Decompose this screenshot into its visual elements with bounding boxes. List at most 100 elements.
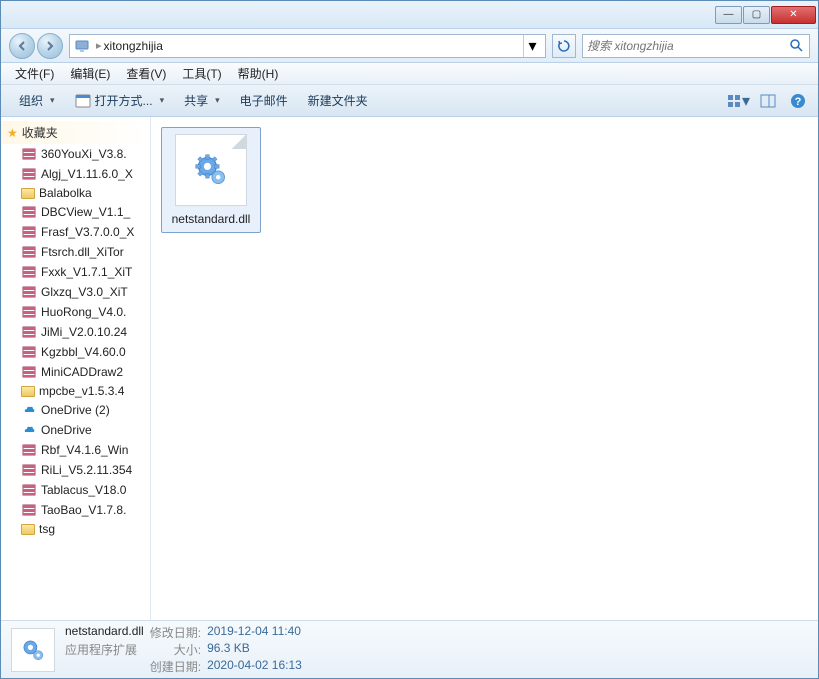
archive-icon <box>21 482 37 498</box>
sidebar-item-label: Glxzq_V3.0_XiT <box>41 285 128 299</box>
details-size-value: 96.3 KB <box>207 641 302 658</box>
file-name-label: netstandard.dll <box>168 212 254 226</box>
archive-icon <box>21 224 37 240</box>
email-button[interactable]: 电子邮件 <box>230 88 298 113</box>
sidebar-item-label: Kgzbbl_V4.60.0 <box>41 345 126 359</box>
sidebar-item[interactable]: Frasf_V3.7.0.0_X <box>1 222 150 242</box>
archive-icon <box>21 344 37 360</box>
menu-file[interactable]: 文件(F) <box>7 63 62 84</box>
sidebar-item[interactable]: Ftsrch.dll_XiTor <box>1 242 150 262</box>
breadcrumb-sep-icon: ▸ <box>96 39 102 52</box>
archive-icon <box>21 462 37 478</box>
details-size-label: 大小: <box>150 641 201 658</box>
sidebar-item-label: OneDrive (2) <box>41 403 110 417</box>
details-mod-label: 修改日期: <box>150 624 201 641</box>
sidebar-item[interactable]: mpcbe_v1.5.3.4 <box>1 382 150 400</box>
archive-icon <box>21 166 37 182</box>
forward-button[interactable] <box>37 33 63 59</box>
maximize-icon: ▢ <box>752 9 761 20</box>
sidebar-item[interactable]: Kgzbbl_V4.60.0 <box>1 342 150 362</box>
refresh-button[interactable] <box>552 34 576 58</box>
view-icon <box>726 93 742 109</box>
breadcrumb-folder[interactable]: xitongzhijia <box>104 39 523 53</box>
preview-pane-button[interactable] <box>756 90 780 112</box>
archive-icon <box>21 264 37 280</box>
menu-tools[interactable]: 工具(T) <box>174 63 229 84</box>
sidebar-item[interactable]: tsg <box>1 520 150 538</box>
sidebar-item[interactable]: Fxxk_V1.7.1_XiT <box>1 262 150 282</box>
back-button[interactable] <box>9 33 35 59</box>
share-button[interactable]: 共享 <box>174 88 230 113</box>
gear-icon <box>20 637 46 663</box>
sidebar-item-label: Rbf_V4.1.6_Win <box>41 443 128 457</box>
menu-view[interactable]: 查看(V) <box>118 63 174 84</box>
sidebar-item[interactable]: MiniCADDraw2 <box>1 362 150 382</box>
sidebar-item-label: Frasf_V3.7.0.0_X <box>41 225 134 239</box>
sidebar-item[interactable]: Balabolka <box>1 184 150 202</box>
toolbar-right: ▾ ? <box>726 90 810 112</box>
body-area: ★ 收藏夹 360YouXi_V3.8.Algj_V1.11.6.0_XBala… <box>1 117 818 620</box>
search-icon <box>789 38 805 54</box>
view-options-button[interactable]: ▾ <box>726 90 750 112</box>
details-mod-value: 2019-12-04 11:40 <box>207 624 302 641</box>
search-input[interactable] <box>587 39 789 53</box>
maximize-button[interactable]: ▢ <box>743 6 770 24</box>
navbar: ▸ xitongzhijia ▾ <box>1 29 818 63</box>
sidebar-item[interactable]: TaoBao_V1.7.8. <box>1 500 150 520</box>
open-with-label: 打开方式... <box>95 92 153 109</box>
archive-icon <box>21 304 37 320</box>
sidebar[interactable]: ★ 收藏夹 360YouXi_V3.8.Algj_V1.11.6.0_XBala… <box>1 117 151 620</box>
details-type: 应用程序扩展 <box>65 641 144 658</box>
sidebar-item[interactable]: DBCView_V1.1_ <box>1 202 150 222</box>
sidebar-item[interactable]: 360YouXi_V3.8. <box>1 144 150 164</box>
sidebar-item-label: MiniCADDraw2 <box>41 365 123 379</box>
open-with-button[interactable]: 打开方式... <box>65 88 175 113</box>
archive-icon <box>21 442 37 458</box>
organize-button[interactable]: 组织 <box>9 88 65 113</box>
minimize-icon: — <box>724 9 734 20</box>
menu-edit[interactable]: 编辑(E) <box>62 63 118 84</box>
star-icon: ★ <box>7 126 18 140</box>
sidebar-item-label: Fxxk_V1.7.1_XiT <box>41 265 132 279</box>
archive-icon <box>21 146 37 162</box>
content-area[interactable]: netstandard.dll <box>151 117 818 620</box>
sidebar-item-label: JiMi_V2.0.10.24 <box>41 325 127 339</box>
preview-icon <box>760 93 776 109</box>
arrow-right-icon <box>44 40 56 52</box>
archive-icon <box>21 364 37 380</box>
close-button[interactable]: ✕ <box>771 6 816 24</box>
sidebar-item-label: tsg <box>39 522 55 536</box>
sidebar-item[interactable]: HuoRong_V4.0. <box>1 302 150 322</box>
minimize-button[interactable]: — <box>715 6 742 24</box>
file-item-netstandard[interactable]: netstandard.dll <box>161 127 261 233</box>
search-bar[interactable] <box>582 34 810 58</box>
address-bar[interactable]: ▸ xitongzhijia ▾ <box>69 34 546 58</box>
archive-icon <box>21 244 37 260</box>
sidebar-item[interactable]: OneDrive (2) <box>1 400 150 420</box>
sidebar-item-label: HuoRong_V4.0. <box>41 305 126 319</box>
help-button[interactable]: ? <box>786 90 810 112</box>
sidebar-item[interactable]: OneDrive <box>1 420 150 440</box>
menu-help[interactable]: 帮助(H) <box>230 63 287 84</box>
folder-icon <box>21 188 35 199</box>
sidebar-item[interactable]: RiLi_V5.2.11.354 <box>1 460 150 480</box>
new-folder-button[interactable]: 新建文件夹 <box>298 88 378 113</box>
sidebar-item-label: Ftsrch.dll_XiTor <box>41 245 124 259</box>
sidebar-item[interactable]: Glxzq_V3.0_XiT <box>1 282 150 302</box>
sidebar-item-label: RiLi_V5.2.11.354 <box>41 463 132 477</box>
nav-arrows <box>9 33 63 59</box>
archive-icon <box>21 204 37 220</box>
close-icon: ✕ <box>789 9 797 20</box>
folder-icon <box>21 524 35 535</box>
favorites-header[interactable]: ★ 收藏夹 <box>1 121 150 144</box>
computer-icon <box>74 38 90 54</box>
explorer-window: — ▢ ✕ ▸ xitongzhijia ▾ 文件( <box>0 0 819 679</box>
sidebar-item[interactable]: Tablacus_V18.0 <box>1 480 150 500</box>
svg-text:?: ? <box>795 96 802 108</box>
folder-icon <box>21 386 35 397</box>
details-create-value: 2020-04-02 16:13 <box>207 658 302 675</box>
sidebar-item[interactable]: Algj_V1.11.6.0_X <box>1 164 150 184</box>
sidebar-item[interactable]: JiMi_V2.0.10.24 <box>1 322 150 342</box>
address-dropdown[interactable]: ▾ <box>523 35 541 57</box>
sidebar-item[interactable]: Rbf_V4.1.6_Win <box>1 440 150 460</box>
